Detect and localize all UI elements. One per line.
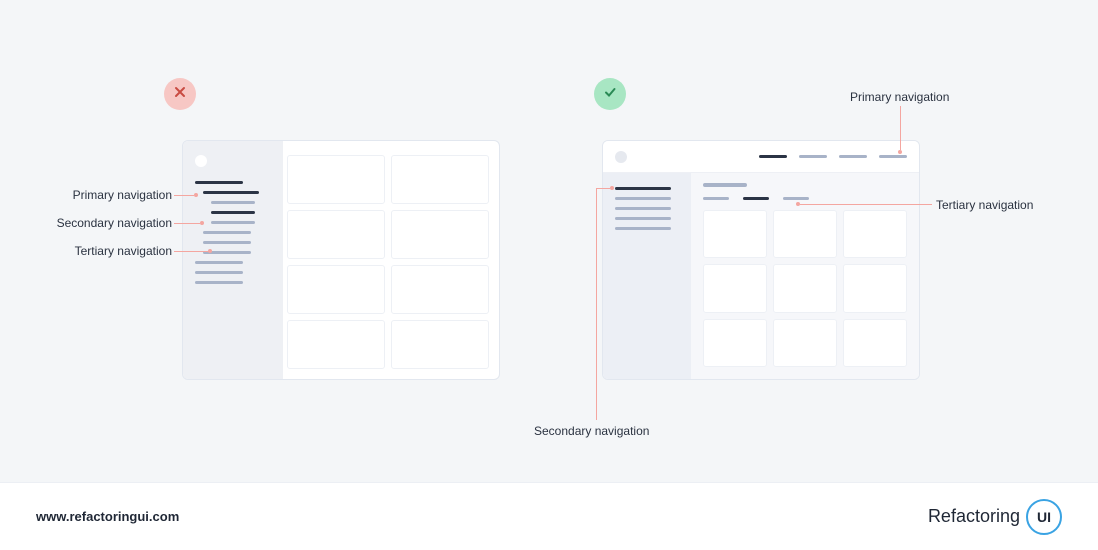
primary-nav-item [195,281,243,284]
good-topbar [603,141,919,173]
secondary-nav-item [615,227,671,230]
primary-nav-item [195,181,243,184]
pointer-line [900,106,901,150]
diagram-canvas: Primary navigation Secondary navigation … [0,0,1098,482]
content-card [843,264,907,312]
content-card [773,210,837,258]
label-primary-left: Primary navigation [52,188,172,202]
pointer-line [174,251,208,252]
content-card [287,210,385,259]
tertiary-nav-item [703,197,729,200]
pointer-line [174,223,200,224]
pointer-dot [200,221,204,225]
secondary-nav-item [203,191,259,194]
status-badge-good [594,78,626,110]
check-icon [603,85,617,104]
primary-nav-item [195,271,243,274]
good-tertiary-nav [703,197,907,200]
secondary-nav-item [615,207,671,210]
brand-text-left: Refactoring [928,506,1020,527]
footer-url: www.refactoringui.com [36,509,179,524]
pointer-line [596,188,610,189]
secondary-nav-item [615,217,671,220]
good-secondary-nav [603,173,691,379]
pointer-dot [208,249,212,253]
mockup-bad [182,140,500,380]
content-card [843,210,907,258]
content-card [287,155,385,204]
content-card [703,210,767,258]
bad-sidebar [183,141,283,379]
primary-nav-item [195,261,243,264]
label-tertiary-right: Tertiary navigation [936,198,1033,212]
tertiary-nav-item [783,197,809,200]
tertiary-nav-item [211,221,255,224]
content-card [843,319,907,367]
content-card [773,264,837,312]
pointer-dot [194,193,198,197]
mockup-good [602,140,920,380]
content-card [391,210,489,259]
tertiary-nav-item [211,211,255,214]
pointer-dot [796,202,800,206]
tertiary-nav-item [743,197,769,200]
label-primary-right: Primary navigation [850,90,949,104]
content-grid [703,210,907,367]
content-card [773,319,837,367]
content-card [703,319,767,367]
label-secondary-bottom: Secondary navigation [534,424,649,438]
label-secondary-left: Secondary navigation [52,216,172,230]
primary-nav-item [799,155,827,158]
good-primary-nav [759,155,907,158]
content-card [391,320,489,369]
footer: www.refactoringui.com Refactoring UI [0,482,1098,550]
logo-placeholder [195,155,207,167]
primary-nav-item [839,155,867,158]
pointer-dot [898,150,902,154]
pointer-line [596,188,597,420]
pointer-line [174,195,194,196]
content-card [287,265,385,314]
content-card [703,264,767,312]
content-card [391,155,489,204]
brand-logo: Refactoring UI [928,499,1062,535]
brand-text-right: UI [1037,509,1051,525]
tertiary-nav-item [211,201,255,204]
pointer-line [800,204,932,205]
secondary-nav-item [615,187,671,190]
cross-icon [173,85,187,104]
label-tertiary-left: Tertiary navigation [52,244,172,258]
page-heading-placeholder [703,183,747,187]
secondary-nav-item [203,241,251,244]
primary-nav-item [879,155,907,158]
status-badge-bad [164,78,196,110]
brand-ring: UI [1026,499,1062,535]
secondary-nav-item [203,231,251,234]
pointer-dot [610,186,614,190]
primary-nav-item [759,155,787,158]
content-grid [287,155,489,369]
logo-placeholder [615,151,627,163]
content-card [287,320,385,369]
content-card [391,265,489,314]
secondary-nav-item [615,197,671,200]
